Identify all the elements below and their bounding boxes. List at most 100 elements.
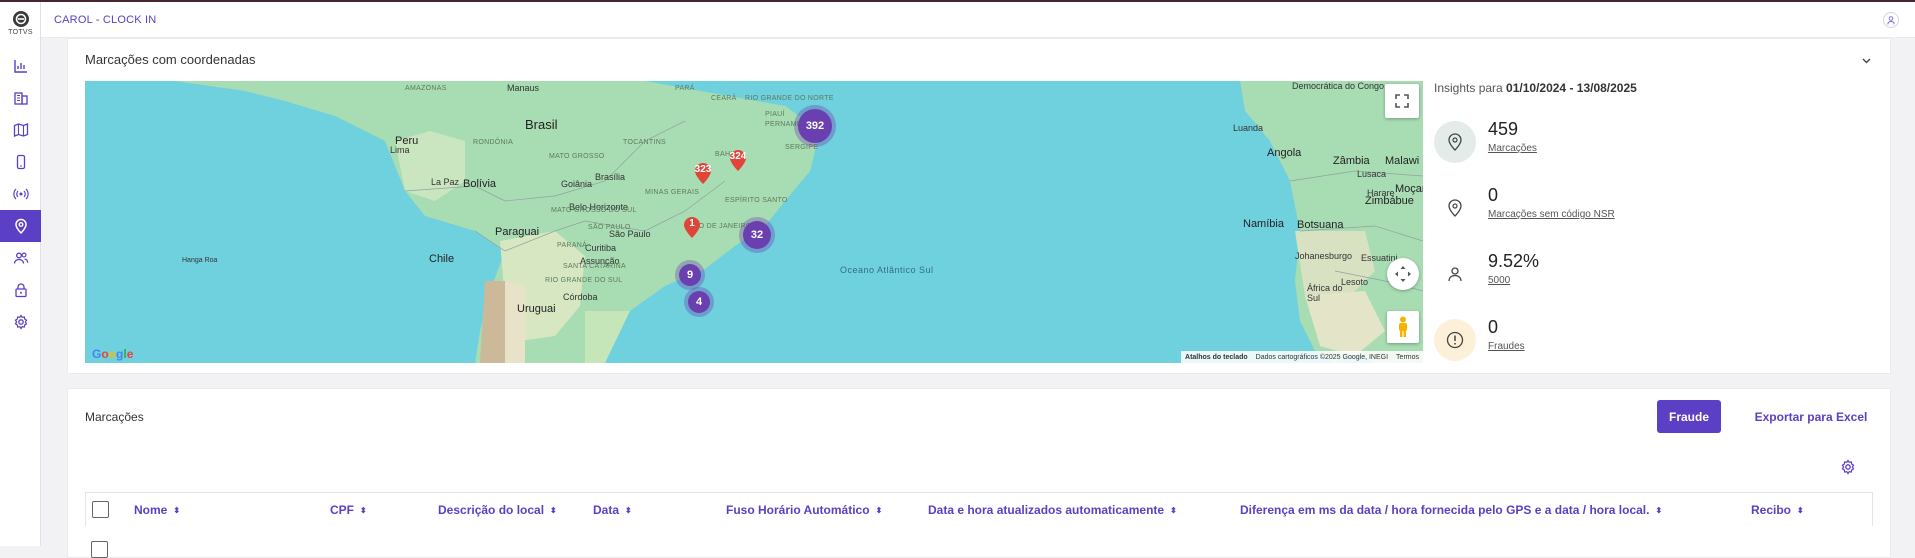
map-label-paraguai: Paraguai [495, 226, 540, 238]
map-marker[interactable]: 324 [728, 148, 748, 172]
map-marker-label: 1 [689, 218, 695, 229]
select-all-checkbox[interactable] [92, 501, 109, 518]
location-pin-icon [1448, 199, 1462, 217]
sort-icon: ⬍ [360, 505, 367, 515]
sidebar-item-companies[interactable] [0, 82, 41, 114]
map-label-johanesburgo: Johanesburgo [1295, 251, 1353, 261]
broadcast-icon [12, 188, 29, 200]
map-card-title: Marcações com coordenadas [85, 52, 256, 67]
map-attribution: Atalhos do teclado Dados cartográficos ©… [1181, 351, 1423, 363]
map-label-ceara: CEARÁ [711, 95, 737, 102]
google-logo: Google [92, 347, 134, 361]
sort-icon: ⬍ [173, 505, 181, 515]
fullscreen-icon [1395, 94, 1409, 108]
sidebar-item-map[interactable] [0, 114, 41, 146]
insight-link[interactable]: Marcações sem código NSR [1488, 209, 1615, 220]
map-marker[interactable]: 323 [693, 161, 713, 185]
avatar[interactable] [1883, 12, 1899, 28]
insight-icon-circle [1434, 253, 1476, 295]
column-header-diferenca[interactable]: Diferença em ms da data / hora fornecida… [1240, 503, 1662, 517]
pegman-icon [1399, 316, 1407, 337]
page-title: CAROL - CLOCK IN [54, 14, 157, 26]
sort-icon: ⬍ [625, 505, 632, 515]
column-header-fuso[interactable]: Fuso Horário Automático ⬍ [726, 503, 882, 517]
mobile-icon [16, 154, 25, 170]
column-header-data[interactable]: Data ⬍ [593, 503, 632, 517]
map-label-lima: Lima [390, 145, 410, 155]
map-label-zambia: Zâmbia [1333, 155, 1370, 167]
map-label-goiania: Goiânia [561, 179, 593, 189]
map-marker[interactable]: 1 [682, 215, 702, 239]
map-label-lusaca: Lusaca [1357, 169, 1387, 179]
insight-value: 459 [1488, 119, 1519, 139]
map-cluster[interactable]: 9 [679, 264, 701, 286]
map-label-curitiba: Curitiba [585, 243, 617, 253]
map-label-africa-do-sul: África do Sul [1307, 283, 1343, 303]
sidebar: TOTVS [0, 2, 41, 546]
sort-icon: ⬍ [550, 505, 557, 515]
sidebar-item-users[interactable] [0, 242, 41, 274]
map-camera-control[interactable] [1387, 258, 1419, 290]
map[interactable]: Brasil Peru Lima Bolívia La Paz Paraguai… [85, 81, 1423, 363]
chevron-down-icon [1862, 58, 1871, 64]
logo[interactable]: TOTVS [0, 8, 41, 46]
map-cluster[interactable]: 4 [688, 291, 710, 313]
location-pin-icon [1448, 133, 1462, 151]
column-header-descricao[interactable]: Descrição do local ⬍ [438, 503, 557, 517]
fraud-button[interactable]: Fraude [1657, 400, 1721, 433]
records-title: Marcações [85, 410, 144, 424]
sidebar-item-locations[interactable] [0, 210, 41, 242]
insight-link[interactable]: Fraudes [1488, 341, 1525, 352]
collapse-button[interactable] [1861, 53, 1872, 71]
sidebar-item-settings[interactable] [0, 306, 41, 338]
insight-link[interactable]: 5000 [1488, 275, 1510, 286]
street-view-button[interactable] [1387, 311, 1419, 343]
row-checkbox[interactable] [91, 541, 108, 558]
terms-link[interactable]: Termos [1396, 354, 1419, 361]
map-label-parana: PARANÁ [557, 242, 588, 249]
map-cluster[interactable]: 32 [743, 221, 771, 249]
bar-chart-icon [13, 60, 27, 73]
fullscreen-button[interactable] [1385, 84, 1419, 118]
sort-icon: ⬍ [1655, 505, 1663, 515]
sidebar-item-security[interactable] [0, 274, 41, 306]
insights-heading: Insights para 01/10/2024 - 13/08/2025 [1434, 81, 1637, 95]
map-label-brasil: Brasil [525, 117, 558, 132]
insight-icon-circle [1434, 121, 1476, 163]
map-label-brasilia: Brasília [595, 172, 626, 182]
column-header-recibo[interactable]: Recibo ⬍ [1751, 503, 1804, 517]
building-icon [13, 92, 28, 105]
map-label-chile: Chile [429, 253, 455, 265]
sidebar-item-devices[interactable] [0, 146, 41, 178]
table-settings-button[interactable] [1840, 459, 1856, 480]
sidebar-item-dashboard[interactable] [0, 50, 41, 82]
map-label-minas-gerais: MINAS GERAIS [645, 189, 700, 196]
map-cluster[interactable]: 392 [798, 109, 832, 143]
map-marker-label: 323 [694, 164, 712, 175]
user-icon [1887, 15, 1895, 25]
alert-circle-icon [1446, 331, 1464, 349]
gear-icon [14, 314, 27, 330]
map-label-sergipe: SERGIPE [785, 144, 819, 151]
insight-icon-circle [1434, 187, 1476, 229]
export-excel-button[interactable]: Exportar para Excel [1740, 400, 1882, 433]
column-header-data-hora-auto[interactable]: Data e hora atualizados automaticamente ⬍ [928, 503, 1177, 517]
sidebar-item-broadcast[interactable] [0, 178, 41, 210]
map-label-rondonia: RONDÔNIA [473, 139, 514, 146]
insight-item: 9.52% 5000 [1434, 247, 1734, 297]
map-marker-label: 324 [729, 151, 747, 162]
insight-item: 0 Fraudes [1434, 313, 1734, 363]
map-label-para: PARÁ [675, 85, 695, 92]
column-header-nome[interactable]: Nome ⬍ [134, 503, 180, 517]
map-label-ocean: Oceano Atlântico Sul [840, 265, 934, 275]
insight-link[interactable]: Marcações [1488, 143, 1537, 154]
map-label-rio-grande-do-sul: RIO GRANDE DO SUL [545, 277, 623, 284]
insight-item: 459 Marcações [1434, 115, 1734, 165]
column-header-cpf[interactable]: CPF ⬍ [330, 503, 367, 517]
keyboard-shortcuts-link[interactable]: Atalhos do teclado [1185, 354, 1248, 361]
map-label-manaus: Manaus [507, 83, 540, 93]
insight-item: 0 Marcações sem código NSR [1434, 181, 1734, 231]
logo-text: TOTVS [8, 29, 33, 36]
records-card: Marcações Fraude Exportar para Excel Nom… [67, 388, 1891, 558]
users-icon [13, 252, 28, 264]
